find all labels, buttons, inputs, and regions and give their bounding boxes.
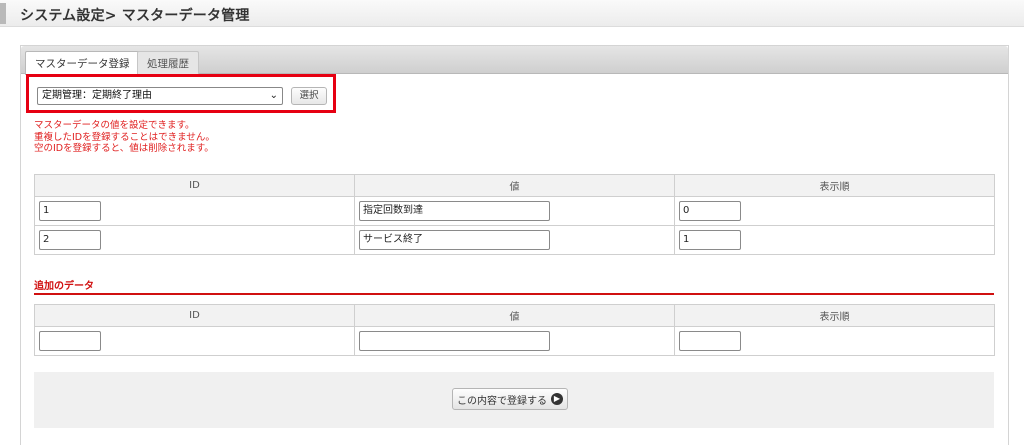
column-header-id: ID [34, 174, 355, 197]
table-row: 2 サービス終了 1 [34, 225, 995, 255]
master-type-select[interactable]: 定期管理：定期終了理由 ⌄ [37, 87, 283, 105]
table-row: 1 指定回数到達 0 [34, 196, 995, 226]
chevron-down-icon: ⌄ [269, 90, 278, 101]
order-input[interactable]: 1 [679, 230, 741, 250]
id-input[interactable]: 1 [39, 201, 101, 221]
tab-processing-history[interactable]: 処理履歴 [137, 51, 199, 74]
additional-data-title: 追加のデータ [34, 281, 94, 292]
instruction-line: 重複したIDを登録することはできません。 [34, 131, 215, 143]
order-input[interactable]: 0 [679, 201, 741, 221]
submit-area: この内容で登録する ▶ [34, 372, 994, 428]
table-header-row: ID 値 表示順 [34, 304, 995, 327]
arrow-right-circle-icon: ▶ [551, 393, 563, 405]
new-value-input[interactable] [359, 331, 550, 351]
value-input[interactable]: 指定回数到達 [359, 201, 550, 221]
table-header-row: ID 値 表示順 [34, 174, 995, 197]
header-accent-bar [0, 3, 6, 24]
instruction-line: マスターデータの値を設定できます。 [34, 120, 195, 131]
tab-master-data-registration[interactable]: マスターデータ登録 [25, 51, 140, 75]
table-row [34, 326, 995, 356]
register-button[interactable]: この内容で登録する ▶ [452, 388, 568, 410]
instruction-line: 空のIDを登録すると、値は削除されます。 [34, 143, 214, 154]
page-title: システム設定> マスターデータ管理 [20, 8, 250, 24]
select-button[interactable]: 選択 [291, 87, 327, 105]
column-header-order: 表示順 [674, 304, 995, 327]
master-type-select-value: 定期管理：定期終了理由 [42, 90, 152, 101]
new-order-input[interactable] [679, 331, 741, 351]
column-header-order: 表示順 [674, 174, 995, 197]
instructions: マスターデータの値を設定できます。 重複したIDを登録することはできません。 空… [34, 120, 215, 155]
value-input[interactable]: サービス終了 [359, 230, 550, 250]
id-input[interactable]: 2 [39, 230, 101, 250]
new-id-input[interactable] [39, 331, 101, 351]
register-button-label: この内容で登録する [457, 395, 547, 407]
tab-bar: マスターデータ登録 処理履歴 [21, 46, 1008, 75]
master-type-selector-highlight: 定期管理：定期終了理由 ⌄ 選択 [26, 74, 336, 113]
section-divider [34, 293, 994, 295]
column-header-value: 値 [354, 174, 675, 197]
column-header-id: ID [34, 304, 355, 327]
column-header-value: 値 [354, 304, 675, 327]
page-header: システム設定> マスターデータ管理 [0, 0, 1024, 27]
master-data-panel: マスターデータ登録 処理履歴 定期管理：定期終了理由 ⌄ 選択 マスターデータの… [20, 45, 1009, 445]
existing-data-table: ID 値 表示順 1 指定回数到達 0 2 サービス終了 1 [34, 174, 995, 255]
additional-data-table: ID 値 表示順 [34, 304, 995, 356]
